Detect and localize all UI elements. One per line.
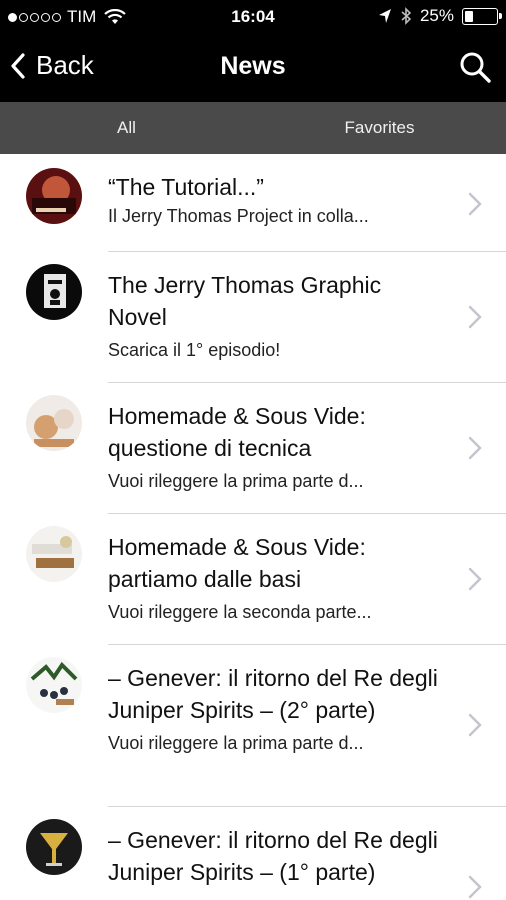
chevron-right-icon: [468, 713, 482, 737]
back-button[interactable]: Back: [10, 50, 94, 81]
news-subtitle: Vuoi rileggere la prima parte d...: [108, 733, 364, 753]
list-item[interactable]: Homemade & Sous Vide: questione di tecni…: [0, 383, 506, 514]
news-title: – Genever: il ritorno del Re degli Junip…: [108, 665, 438, 723]
news-thumbnail: [26, 526, 82, 582]
search-icon[interactable]: [458, 50, 492, 84]
bluetooth-icon: [401, 7, 412, 25]
chevron-right-icon: [468, 875, 482, 899]
news-subtitle: Vuoi rileggere la seconda parte...: [108, 602, 372, 622]
status-bar: TIM 16:04 25%: [0, 0, 506, 34]
tab-all[interactable]: All: [0, 102, 253, 154]
back-label: Back: [36, 50, 94, 80]
chevron-right-icon: [468, 436, 482, 460]
news-subtitle: Vuoi rileggere la prima parte d...: [108, 471, 364, 491]
list-item[interactable]: – Genever: il ritorno del Re degli Junip…: [0, 807, 506, 900]
chevron-right-icon: [468, 192, 482, 216]
news-title: – Genever: il ritorno del Re degli Junip…: [108, 827, 438, 885]
battery-icon: [462, 7, 502, 25]
news-thumbnail: [26, 657, 82, 713]
chevron-right-icon: [468, 567, 482, 591]
news-thumbnail: [26, 264, 82, 320]
news-title: Homemade & Sous Vide: partiamo dalle bas…: [108, 534, 366, 592]
news-title: “The Tutorial...”: [108, 174, 264, 200]
list-item[interactable]: – Genever: il ritorno del Re degli Junip…: [0, 645, 506, 807]
news-subtitle: Scarica il 1° episodio!: [108, 340, 281, 360]
news-subtitle: Il Jerry Thomas Project in colla...: [108, 206, 369, 226]
list-item[interactable]: Homemade & Sous Vide: partiamo dalle bas…: [0, 514, 506, 645]
news-thumbnail: [26, 168, 82, 224]
list-item[interactable]: “The Tutorial...” Il Jerry Thomas Projec…: [0, 154, 506, 252]
list-item[interactable]: The Jerry Thomas Graphic Novel Scarica i…: [0, 252, 506, 383]
news-thumbnail: [26, 395, 82, 451]
news-list: “The Tutorial...” Il Jerry Thomas Projec…: [0, 154, 506, 900]
location-arrow-icon: [378, 9, 391, 23]
tab-favorites[interactable]: Favorites: [253, 102, 506, 154]
news-title: Homemade & Sous Vide: questione di tecni…: [108, 403, 366, 461]
news-thumbnail: [26, 819, 82, 875]
segment-tabs: All Favorites: [0, 102, 506, 154]
chevron-left-icon: [11, 52, 25, 79]
battery-percentage: 25%: [419, 6, 454, 25]
chevron-right-icon: [468, 305, 482, 329]
news-title: The Jerry Thomas Graphic Novel: [108, 272, 382, 330]
navigation-bar: Back News: [0, 34, 506, 102]
